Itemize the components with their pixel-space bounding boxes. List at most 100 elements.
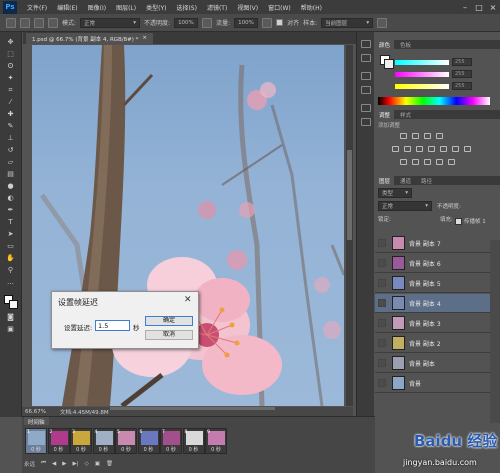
timeline-tab[interactable]: 时间轴 — [24, 417, 49, 426]
visibility-eye-icon[interactable] — [378, 299, 386, 307]
layer-row[interactable]: 背景 副本 — [375, 354, 490, 373]
canvas-image[interactable] — [32, 45, 344, 406]
type-tool-icon[interactable]: T — [5, 218, 17, 227]
layer-kind-filter[interactable]: 类型 ▾ — [378, 188, 412, 198]
next-frame-icon[interactable]: ▶| — [72, 461, 78, 467]
layers-scrollbar[interactable] — [490, 240, 500, 423]
paragraph-panel-icon[interactable] — [361, 86, 371, 94]
frame-delay[interactable]: 0 秒 — [71, 446, 91, 453]
shape-tool-icon[interactable]: ▭ — [5, 242, 17, 251]
frame-delay[interactable]: 0 秒 — [49, 446, 69, 453]
properties-panel-icon[interactable] — [361, 54, 371, 62]
sample-select[interactable]: 当前图层 ▾ — [321, 17, 374, 28]
blend-mode-select[interactable]: 正常 ▾ — [378, 201, 432, 211]
blue-slider[interactable] — [395, 84, 449, 89]
loop-select[interactable]: 永远 — [24, 460, 35, 468]
tween-icon[interactable]: ◇ — [85, 461, 89, 467]
brush-panel-icon[interactable] — [34, 17, 44, 28]
move-tool-icon[interactable]: ✥ — [5, 38, 17, 47]
menu-view[interactable]: 视图(V) — [237, 3, 258, 12]
tab-swatches[interactable]: 色板 — [396, 40, 415, 49]
horizontal-scroll-thumb[interactable] — [110, 407, 275, 410]
close-icon[interactable]: × — [486, 1, 500, 13]
quick-mask-icon[interactable]: ◙ — [5, 313, 17, 322]
magic-wand-icon[interactable]: ✦ — [5, 74, 17, 83]
airbrush-icon[interactable] — [262, 17, 273, 28]
frame-delay[interactable]: 0 秒 — [139, 446, 159, 453]
color-spectrum[interactable] — [378, 97, 490, 105]
frame-delay[interactable]: 0 秒 — [116, 446, 136, 453]
pen-tool-icon[interactable]: ✒ — [5, 206, 17, 215]
marquee-tool-icon[interactable]: ⬚ — [5, 50, 17, 59]
background-color-swatch[interactable] — [8, 300, 18, 309]
layer-row[interactable]: 背景 副本 2 — [375, 334, 490, 353]
menu-file[interactable]: 文件(F) — [27, 3, 47, 12]
visibility-eye-icon[interactable] — [378, 259, 386, 267]
timeline-frame[interactable]: 8 0 秒 — [182, 428, 205, 454]
layer-row[interactable]: 背景 副本 3 — [375, 314, 490, 333]
opacity-input[interactable]: 100% — [174, 17, 199, 28]
timeline-frame[interactable]: 4 0 秒 — [92, 428, 115, 454]
layer-row[interactable]: 背景 副本 7 — [375, 234, 490, 253]
visibility-eye-icon[interactable] — [378, 319, 386, 327]
visibility-eye-icon[interactable] — [378, 359, 386, 367]
mode-select[interactable]: 正常 ▾ — [80, 17, 141, 28]
document-tab[interactable]: 1.psd @ 66.7% (背景 副本 4, RGB/8#) * × — [26, 33, 154, 44]
visibility-eye-icon[interactable] — [378, 339, 386, 347]
close-tab-icon[interactable]: × — [142, 35, 147, 42]
zoom-level[interactable]: 66.67% — [25, 409, 46, 415]
gradient-map-icon[interactable] — [436, 159, 443, 165]
selective-color-icon[interactable] — [448, 159, 455, 165]
timeline-frame[interactable]: 9 0 秒 — [205, 428, 227, 454]
vertical-scroll-thumb[interactable] — [347, 150, 352, 240]
visibility-eye-icon[interactable] — [378, 379, 386, 387]
propagate-checkbox[interactable] — [455, 218, 462, 225]
black-white-icon[interactable] — [428, 146, 435, 152]
path-select-icon[interactable]: ➤ — [5, 230, 17, 239]
delete-frame-icon[interactable]: 🗑 — [106, 461, 113, 467]
frame-delay[interactable]: 0 秒 — [26, 446, 46, 453]
levels-icon[interactable] — [412, 133, 419, 139]
timeline-frame[interactable]: 1 0 秒 — [25, 428, 47, 454]
green-slider[interactable] — [395, 72, 449, 77]
ignore-adjustment-icon[interactable] — [377, 17, 388, 28]
menu-select[interactable]: 选择(S) — [176, 3, 197, 12]
hue-saturation-icon[interactable] — [404, 146, 411, 152]
cancel-button[interactable]: 取消 — [145, 330, 193, 340]
clone-source-dock-icon[interactable] — [361, 118, 371, 126]
history-panel-icon[interactable] — [361, 40, 371, 48]
minimize-icon[interactable]: – — [458, 1, 472, 13]
tab-layers[interactable]: 图层 — [375, 176, 395, 185]
menu-edit[interactable]: 编辑(E) — [57, 3, 77, 12]
frame-delay[interactable]: 0 秒 — [94, 446, 114, 453]
dodge-tool-icon[interactable]: ◐ — [5, 194, 17, 203]
menu-window[interactable]: 窗口(W) — [268, 3, 291, 12]
posterize-icon[interactable] — [412, 159, 419, 165]
invert-icon[interactable] — [400, 159, 407, 165]
brush-preset-icon[interactable] — [20, 17, 30, 28]
frame-delay[interactable]: 0 秒 — [161, 446, 181, 453]
timeline-frame[interactable]: 5 0 秒 — [115, 428, 137, 454]
timeline-frame[interactable]: 6 0 秒 — [137, 428, 160, 454]
more-tools-icon[interactable]: … — [5, 278, 17, 287]
frame-delay[interactable]: 0 秒 — [184, 446, 204, 453]
timeline-frame[interactable]: 2 0 秒 — [47, 428, 70, 454]
healing-brush-icon[interactable]: ✚ — [5, 110, 17, 119]
menu-type[interactable]: 类型(Y) — [146, 3, 166, 12]
layer-row[interactable]: 背景 副本 4 — [375, 294, 490, 313]
red-value[interactable]: 255 — [452, 58, 472, 66]
color-balance-icon[interactable] — [416, 146, 423, 152]
photo-filter-icon[interactable] — [440, 146, 447, 152]
ok-button[interactable]: 确定 — [145, 316, 193, 326]
threshold-icon[interactable] — [424, 159, 431, 165]
vibrance-icon[interactable] — [392, 146, 399, 152]
tab-paths[interactable]: 路径 — [417, 176, 436, 185]
play-icon[interactable]: ▶ — [62, 461, 66, 467]
dialog-close-icon[interactable]: ✕ — [184, 295, 192, 305]
red-slider[interactable] — [395, 60, 449, 65]
aligned-checkbox[interactable] — [276, 19, 284, 26]
layer-row[interactable]: 背景 — [375, 374, 490, 393]
brush-tool-icon[interactable]: ✎ — [5, 122, 17, 131]
history-brush-icon[interactable]: ↺ — [5, 146, 17, 155]
pressure-opacity-icon[interactable] — [202, 17, 213, 28]
